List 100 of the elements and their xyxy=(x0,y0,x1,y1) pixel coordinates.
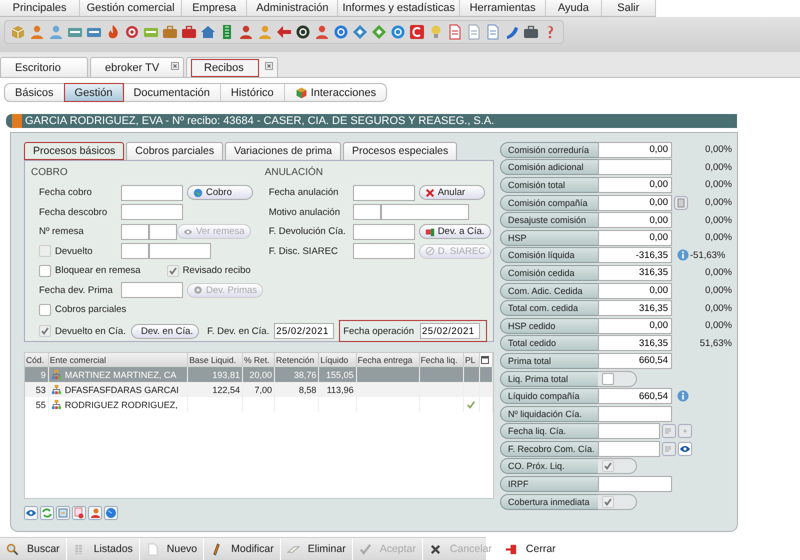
amount-field[interactable]: 316,35 xyxy=(598,335,672,352)
person-icon[interactable] xyxy=(48,24,64,40)
subtab[interactable]: Interacciones xyxy=(284,84,386,101)
house-icon[interactable] xyxy=(200,24,216,40)
menu-item[interactable]: Salir xyxy=(602,0,656,16)
document-icon[interactable] xyxy=(485,24,501,40)
amount-field[interactable]: 0,00 xyxy=(598,194,672,211)
subtab[interactable]: Documentación xyxy=(123,84,221,101)
checkbox[interactable] xyxy=(39,264,51,277)
amount-field[interactable]: 316,35 xyxy=(598,264,672,281)
date-field[interactable]: 25/02/2021 xyxy=(274,323,334,340)
column-chooser-icon[interactable] xyxy=(480,356,488,364)
camera-icon[interactable] xyxy=(523,24,539,40)
action-button[interactable]: Anular xyxy=(418,185,485,200)
table-row[interactable]: 55 RODRIGUEZ RODRIGUEZ, xyxy=(25,397,492,412)
amount-field[interactable]: 0,00 xyxy=(598,230,672,246)
menu-item[interactable]: Informes y estadísticas xyxy=(338,0,460,16)
target-icon[interactable] xyxy=(124,24,140,40)
menu-item[interactable]: Gestión comercial xyxy=(80,0,182,16)
menu-item[interactable]: Herramientas xyxy=(460,0,546,16)
column-header[interactable]: PL xyxy=(464,353,479,367)
date-field[interactable] xyxy=(598,423,660,440)
amount-field[interactable]: -316,35 xyxy=(598,247,672,264)
input-field[interactable] xyxy=(121,184,183,201)
amount-field[interactable]: 0,00 xyxy=(598,212,672,228)
column-header[interactable]: Base Liquid. xyxy=(188,353,242,367)
close-icon[interactable] xyxy=(265,62,273,70)
input-field[interactable] xyxy=(121,243,149,260)
menu-item[interactable]: Administración xyxy=(247,0,338,16)
window-icon[interactable] xyxy=(56,506,70,520)
amount-field[interactable] xyxy=(598,476,672,492)
menu-item[interactable]: Principales xyxy=(0,0,80,16)
diamond-icon[interactable] xyxy=(352,24,368,40)
tab[interactable]: Procesos básicos xyxy=(24,142,124,160)
toolbar-button[interactable]: Nuevo xyxy=(140,538,204,560)
amount-field[interactable]: 0,00 xyxy=(598,318,672,334)
action-button[interactable]: Dev. a Cía. xyxy=(418,224,491,240)
column-header[interactable]: Retención xyxy=(274,353,319,367)
date-field[interactable]: 25/02/2021 xyxy=(420,323,480,340)
info-icon[interactable] xyxy=(677,390,689,402)
eye-icon[interactable] xyxy=(678,442,692,456)
subtab[interactable]: Histórico xyxy=(220,84,285,101)
input-field[interactable] xyxy=(380,204,469,220)
info-icon[interactable] xyxy=(677,249,689,262)
column-header[interactable]: Fecha liq. xyxy=(419,353,464,367)
input-field[interactable] xyxy=(149,243,211,260)
square-icon[interactable] xyxy=(409,24,425,40)
globe-icon[interactable] xyxy=(104,506,118,520)
eye-icon[interactable] xyxy=(24,506,38,520)
input-field[interactable] xyxy=(352,243,415,260)
input-field[interactable] xyxy=(352,204,381,220)
phone-icon[interactable] xyxy=(504,24,520,40)
toolbar-button[interactable]: Modificar xyxy=(204,538,281,560)
settings-icon[interactable] xyxy=(72,506,86,520)
column-header[interactable]: Ente comercial xyxy=(48,353,188,367)
action-button[interactable]: Cobro xyxy=(187,185,253,200)
briefcase-icon[interactable] xyxy=(162,24,178,40)
person-icon[interactable] xyxy=(88,506,102,520)
tab[interactable]: Cobros parciales xyxy=(126,142,224,160)
tab[interactable]: Variaciones de prima xyxy=(225,142,341,160)
amount-field[interactable]: 660,54 xyxy=(598,388,672,404)
menu-item[interactable]: Ayuda xyxy=(546,0,602,16)
refresh-icon[interactable] xyxy=(40,506,54,520)
toolbar-button[interactable]: Eliminar xyxy=(280,538,353,560)
amount-field[interactable] xyxy=(598,406,672,422)
diamond-icon[interactable] xyxy=(371,24,387,40)
toolbar-button[interactable]: Buscar xyxy=(0,538,67,560)
bag-icon[interactable] xyxy=(181,24,197,40)
checkbox[interactable] xyxy=(602,372,614,385)
amount-field[interactable]: 660,54 xyxy=(598,352,672,369)
amount-field[interactable]: 0,00 xyxy=(598,142,672,158)
column-header[interactable]: Cód. xyxy=(25,353,48,367)
person-icon[interactable] xyxy=(238,24,254,40)
tab[interactable]: Escritorio xyxy=(0,57,88,77)
input-field[interactable] xyxy=(352,184,415,201)
input-field[interactable] xyxy=(121,204,183,220)
column-header[interactable]: Fecha entrega xyxy=(356,353,420,367)
close-icon[interactable] xyxy=(171,62,179,70)
document-icon[interactable] xyxy=(447,24,463,40)
action-button[interactable]: Dev. en Cía. xyxy=(130,324,200,339)
input-field[interactable] xyxy=(121,224,149,240)
coin-icon[interactable] xyxy=(295,24,311,40)
amount-field[interactable] xyxy=(598,159,672,176)
input-field[interactable] xyxy=(121,282,183,298)
date-field[interactable] xyxy=(598,440,660,457)
toolbar-button[interactable]: Listados xyxy=(66,538,140,560)
calculator-icon[interactable] xyxy=(674,196,688,210)
subtab[interactable]: Gestión xyxy=(64,84,124,101)
input-field[interactable] xyxy=(352,224,415,240)
table-row[interactable]: 53 DFASFASFDARAS GARCAI 122,54 7,00 8,58 113,96 xyxy=(25,382,492,397)
amount-field[interactable]: 316,35 xyxy=(598,300,672,316)
toolbar-button[interactable]: Cerrar xyxy=(498,538,563,560)
amount-field[interactable]: 0,00 xyxy=(598,282,672,299)
input-field[interactable] xyxy=(149,224,177,240)
menu-item[interactable]: Empresa xyxy=(182,0,248,16)
checkbox[interactable] xyxy=(39,304,51,316)
document-icon[interactable] xyxy=(466,24,482,40)
tab[interactable]: Recibos xyxy=(186,57,278,77)
column-header[interactable]: % Ret. xyxy=(242,353,274,367)
cube-icon[interactable] xyxy=(10,24,26,40)
